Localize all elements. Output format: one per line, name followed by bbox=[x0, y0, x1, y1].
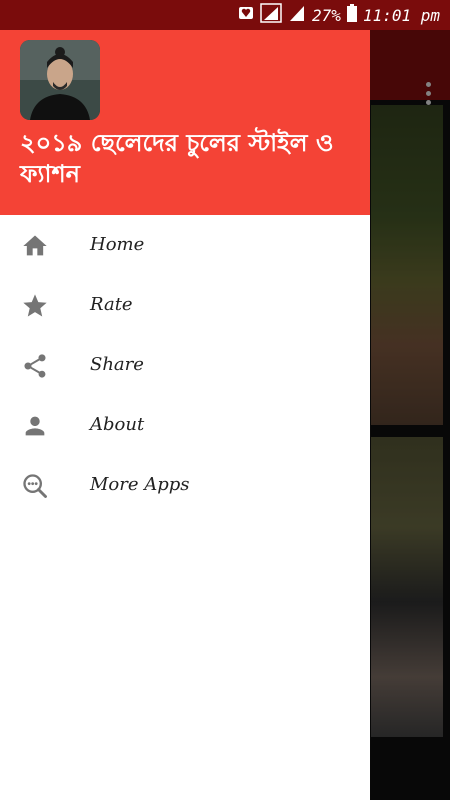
menu-item-label: About bbox=[90, 414, 145, 435]
status-bar: 27% 11:01 pm bbox=[0, 0, 450, 30]
person-icon bbox=[21, 412, 49, 440]
search-more-icon bbox=[21, 472, 49, 500]
star-icon bbox=[21, 292, 49, 320]
drawer-header: ২০১৯ ছেলেদের চুলের স্টাইল ও ফ্যাশন bbox=[0, 30, 370, 215]
signal-icon bbox=[288, 4, 306, 26]
menu-item-share[interactable]: Share bbox=[0, 336, 370, 396]
notification-icon bbox=[238, 5, 254, 25]
battery-icon bbox=[346, 4, 357, 26]
battery-percent: 27% bbox=[312, 5, 341, 25]
menu-item-about[interactable]: About bbox=[0, 396, 370, 456]
menu-item-more-apps[interactable]: More Apps bbox=[0, 456, 370, 516]
menu-item-label: Home bbox=[90, 234, 145, 255]
home-icon bbox=[21, 232, 49, 260]
menu-item-label: Share bbox=[90, 354, 144, 375]
menu-item-rate[interactable]: Rate bbox=[0, 276, 370, 336]
drawer-title: ২০১৯ ছেলেদের চুলের স্টাইল ও ফ্যাশন bbox=[20, 129, 334, 188]
signal-icon bbox=[260, 3, 282, 27]
menu-item-label: Rate bbox=[90, 294, 133, 315]
drawer-menu: Home Rate Share About More Apps bbox=[0, 216, 370, 516]
menu-item-home[interactable]: Home bbox=[0, 216, 370, 276]
navigation-drawer: ২০১৯ ছেলেদের চুলের স্টাইল ও ফ্যাশন Home … bbox=[0, 30, 370, 800]
menu-item-label: More Apps bbox=[90, 474, 190, 495]
share-icon bbox=[21, 352, 49, 380]
clock: 11:01 pm bbox=[362, 5, 440, 25]
avatar bbox=[20, 40, 100, 120]
